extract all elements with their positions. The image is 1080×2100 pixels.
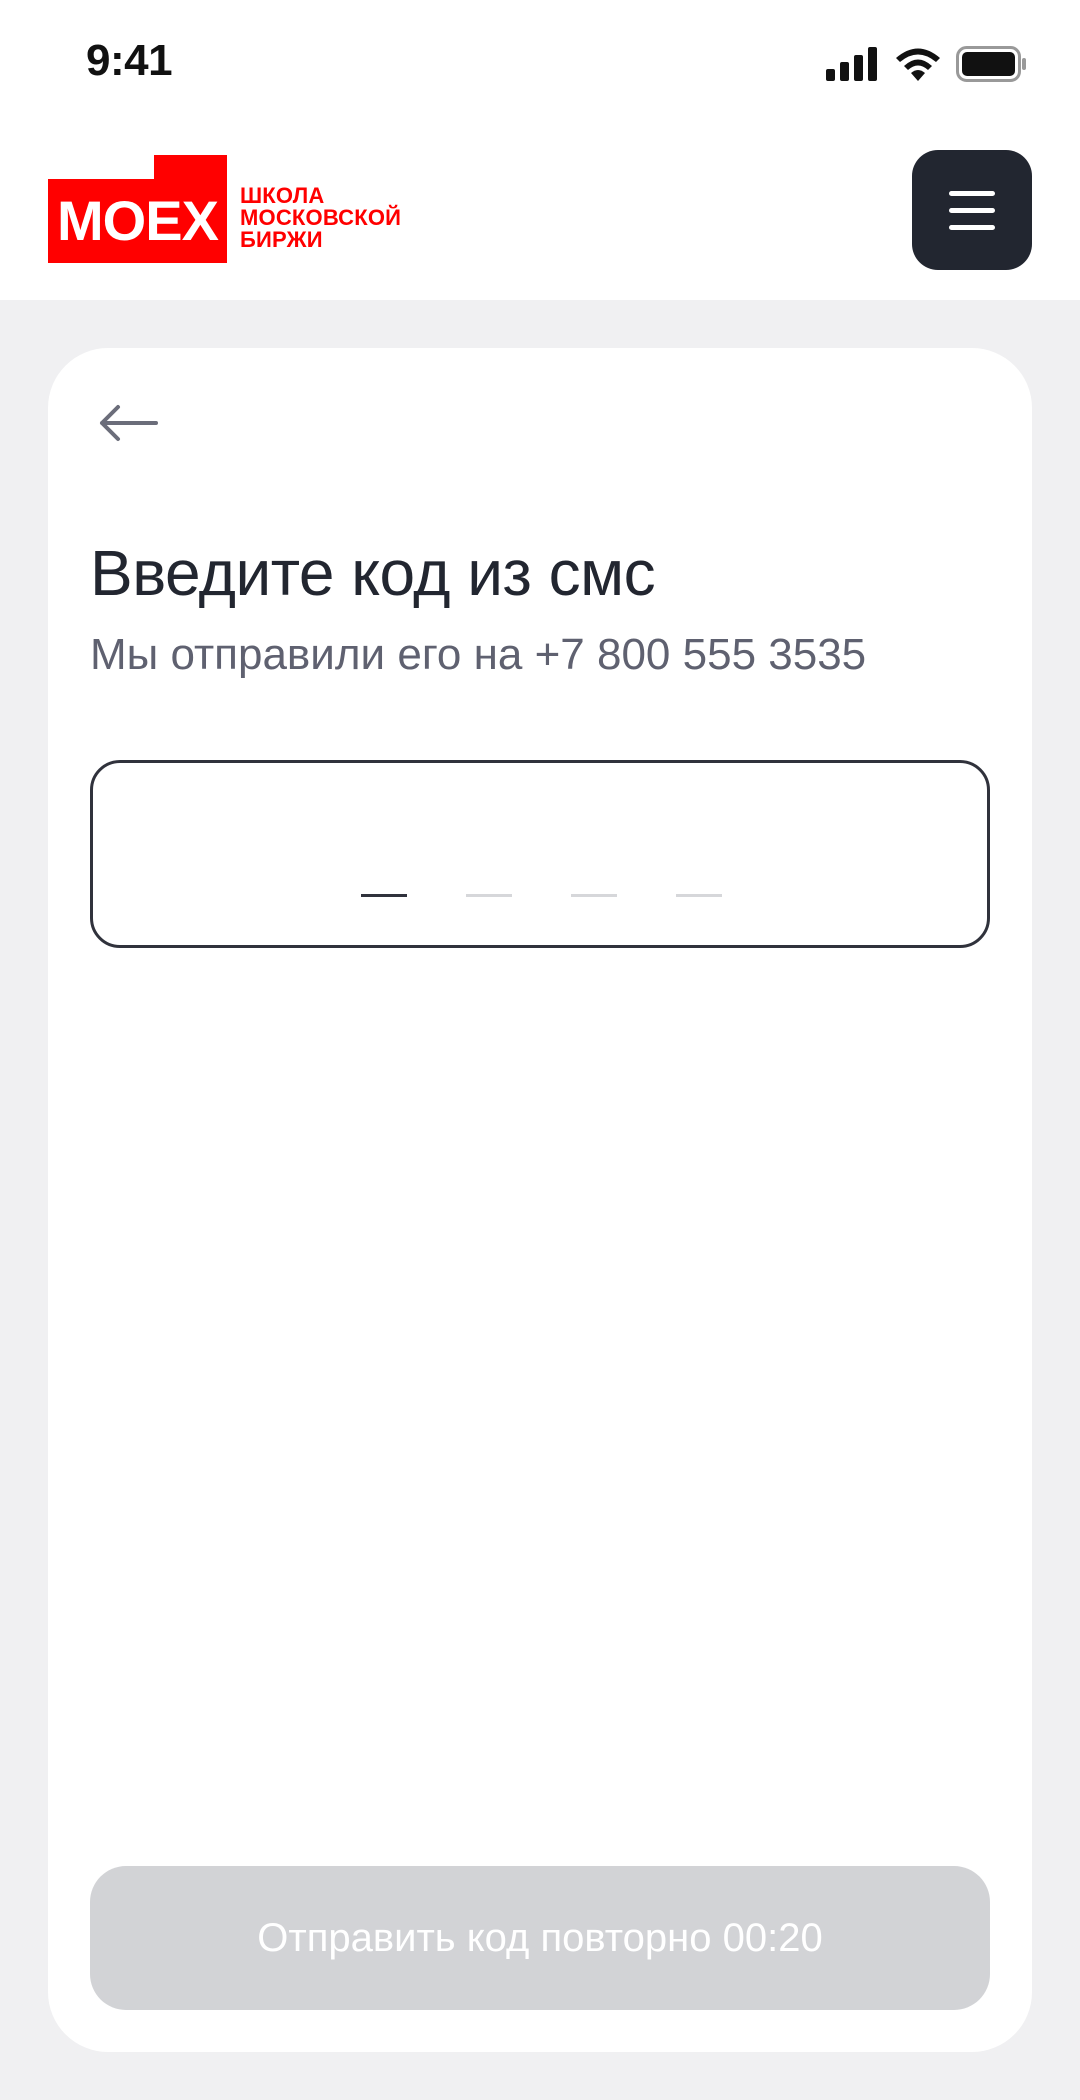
battery-icon <box>956 46 1026 82</box>
arrow-left-icon <box>100 405 158 441</box>
resend-code-button[interactable]: Отправить код повторно 00:20 <box>90 1866 990 2010</box>
status-icons <box>826 44 1028 84</box>
sms-code-card: Введите код из смс Мы отправили его на +… <box>48 348 1032 2052</box>
page-title: Введите код из смс <box>90 537 656 609</box>
hamburger-menu-icon-line <box>949 224 995 230</box>
status-time: 9:41 <box>86 36 173 85</box>
logo-text: ШКОЛА МОСКОВСКОЙ БИРЖИ <box>240 185 401 251</box>
cellular-signal-icon <box>826 47 877 81</box>
back-button[interactable] <box>88 388 168 458</box>
code-slot <box>361 894 407 897</box>
hamburger-menu-icon-line <box>949 207 995 213</box>
menu-button[interactable] <box>912 150 1032 270</box>
status-bar: 9:41 <box>0 0 1080 125</box>
logo-text-line: БИРЖИ <box>240 227 323 252</box>
logo-red-block <box>154 155 227 179</box>
code-slot <box>571 894 617 897</box>
sms-code-input[interactable] <box>90 760 990 948</box>
logo-text-line: ШКОЛА <box>240 183 325 208</box>
page-subtitle: Мы отправили его на +7 800 555 3535 <box>90 630 867 679</box>
code-slot <box>676 894 722 897</box>
wifi-icon <box>896 48 940 81</box>
hamburger-menu-icon <box>949 190 995 196</box>
code-slot <box>466 894 512 897</box>
code-slots <box>93 763 987 945</box>
logo-text-line: МОСКОВСКОЙ <box>240 205 402 230</box>
app-header: MOEX ШКОЛА МОСКОВСКОЙ БИРЖИ <box>0 125 1080 300</box>
moex-school-logo[interactable]: MOEX ШКОЛА МОСКОВСКОЙ БИРЖИ <box>48 155 428 275</box>
logo-mark: MOEX <box>48 179 227 263</box>
